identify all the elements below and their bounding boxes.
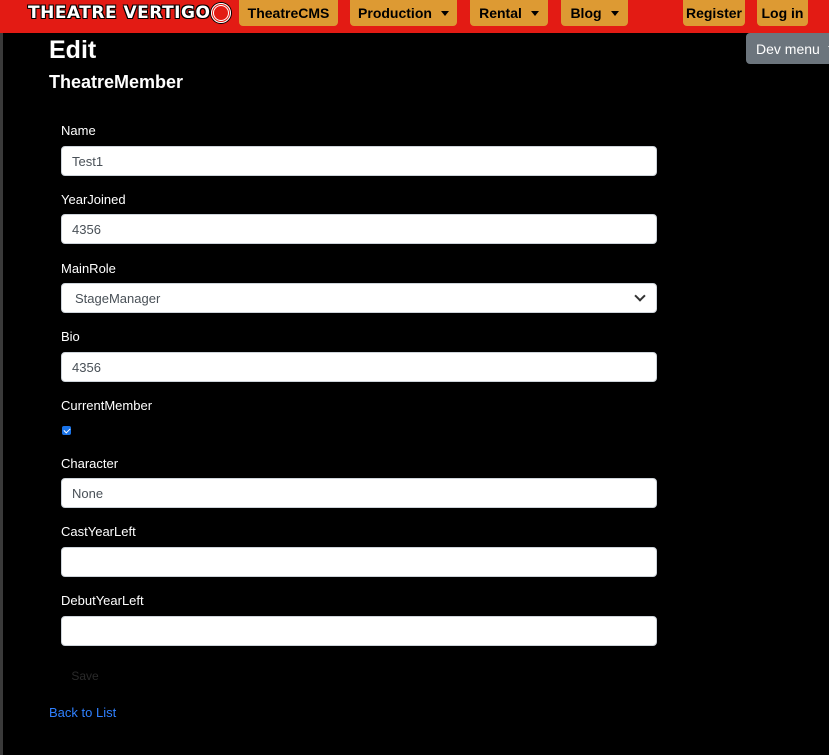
nav-rental[interactable]: Rental xyxy=(470,0,548,26)
register-label: Register xyxy=(685,5,743,21)
chevron-down-icon xyxy=(530,10,539,16)
cast-year-left-input[interactable] xyxy=(61,547,657,577)
nav-blog[interactable]: Blog xyxy=(561,0,628,26)
name-label: Name xyxy=(61,123,96,138)
character-value: None xyxy=(72,485,104,501)
name-input-value: Test1 xyxy=(72,153,104,169)
page-left-border xyxy=(0,33,3,755)
character-label: Character xyxy=(61,456,119,471)
nav-production[interactable]: Production xyxy=(350,0,457,26)
brand-name: THEATRE VERTIGO xyxy=(28,3,211,23)
name-input[interactable]: Test1 xyxy=(61,146,657,176)
nav-theatrecms-label: TheatreCMS xyxy=(247,5,330,21)
bio-input[interactable]: 4356 xyxy=(61,352,657,382)
top-navbar: THEATRE VERTIGO TheatreCMS Production Re… xyxy=(0,0,829,33)
nav-blog-label: Blog xyxy=(570,5,602,21)
main-role-select[interactable]: StageManager xyxy=(61,283,657,313)
back-to-list-link[interactable]: Back to List xyxy=(49,705,116,720)
current-member-label: CurrentMember xyxy=(61,398,153,413)
save-button[interactable]: Save xyxy=(61,664,109,688)
login-label: Log in xyxy=(761,5,804,21)
page-title: Edit xyxy=(49,36,97,64)
debut-year-left-input[interactable] xyxy=(61,616,657,646)
nav-production-label: Production xyxy=(358,5,432,21)
register-button[interactable]: Register xyxy=(683,0,745,26)
chevron-down-icon xyxy=(610,10,619,16)
debut-year-left-label: DebutYearLeft xyxy=(61,593,144,608)
year-joined-input[interactable]: 4356 xyxy=(61,214,657,244)
dev-menu-button[interactable]: Dev menu xyxy=(746,33,829,64)
logo-ring-icon xyxy=(211,3,232,23)
year-joined-value: 4356 xyxy=(72,221,101,237)
cast-year-left-label: CastYearLeft xyxy=(61,524,136,539)
main-role-label: MainRole xyxy=(61,261,116,276)
page-subtitle: TheatreMember xyxy=(49,72,184,92)
bio-value: 4356 xyxy=(72,359,101,375)
brand-logo[interactable]: THEATRE VERTIGO xyxy=(28,0,232,26)
year-joined-label: YearJoined xyxy=(61,192,126,207)
chevron-down-icon xyxy=(634,290,646,302)
bio-label: Bio xyxy=(61,329,80,344)
chevron-down-icon xyxy=(440,10,449,16)
nav-rental-label: Rental xyxy=(479,5,522,21)
login-button[interactable]: Log in xyxy=(757,0,808,26)
dev-menu-label: Dev menu xyxy=(756,40,820,57)
nav-theatrecms[interactable]: TheatreCMS xyxy=(239,0,338,26)
character-input[interactable]: None xyxy=(61,478,657,508)
main-role-value: StageManager xyxy=(75,290,161,306)
current-member-checkbox[interactable] xyxy=(62,426,71,435)
